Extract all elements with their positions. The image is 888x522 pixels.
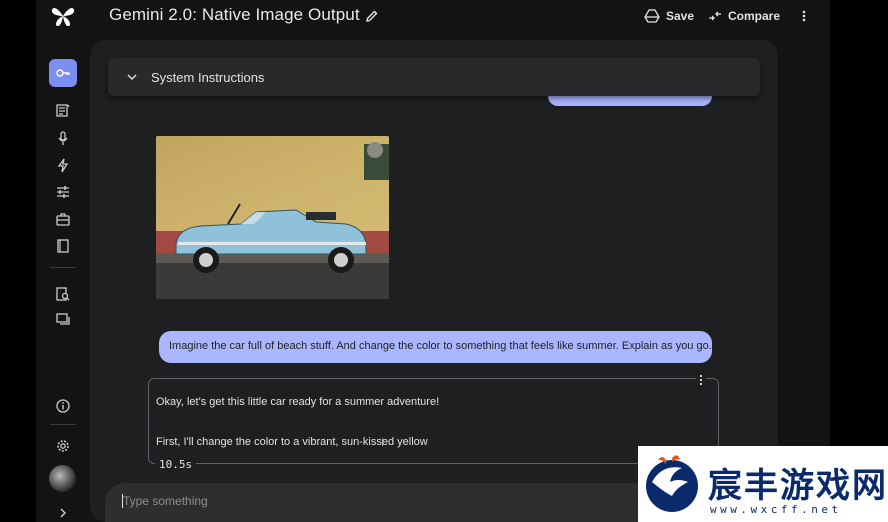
sidebar-item-feedback[interactable] xyxy=(50,308,76,332)
sidebar-item-starter-apps[interactable] xyxy=(50,153,76,177)
sidebar-item-document-search[interactable] xyxy=(50,282,76,306)
system-instructions-label: System Instructions xyxy=(151,70,265,85)
sidebar-item-info[interactable] xyxy=(50,394,76,418)
chevron-right-icon xyxy=(60,508,66,518)
gear-icon xyxy=(57,440,69,452)
watermark-url: www.wxcff.net xyxy=(710,503,842,516)
chat-bubbles-icon xyxy=(56,313,70,325)
user-message-bubble: Imagine the car full of beach stuff. And… xyxy=(159,331,712,363)
sidebar-divider xyxy=(50,424,76,425)
compare-arrows-icon xyxy=(709,11,721,21)
sidebar-item-settings[interactable] xyxy=(50,434,76,458)
sidebar-item-library[interactable] xyxy=(50,207,76,231)
left-border xyxy=(0,0,36,522)
more-vert-icon[interactable] xyxy=(696,373,706,387)
chevron-down-icon xyxy=(127,74,137,80)
user-message-text: Imagine the car full of beach stuff. And… xyxy=(169,340,712,352)
sidebar-item-stream[interactable] xyxy=(50,126,76,150)
response-text: Okay, let's get this little car ready fo… xyxy=(156,396,440,408)
more-vert-icon[interactable] xyxy=(798,8,810,24)
microphone-icon xyxy=(58,130,68,145)
sidebar-divider xyxy=(50,267,76,268)
sidebar-item-docs[interactable] xyxy=(50,234,76,258)
pencil-icon[interactable] xyxy=(364,8,380,24)
car-photo xyxy=(156,136,389,299)
chat-prompt-icon xyxy=(56,104,70,117)
watermark: 宸丰游戏网 www.wxcff.net xyxy=(638,446,888,522)
watermark-logo xyxy=(646,455,698,512)
sidebar-item-tune[interactable] xyxy=(50,180,76,204)
sidebar-item-get-api-key[interactable] xyxy=(49,59,77,87)
system-instructions-bar[interactable]: System Instructions xyxy=(108,58,760,96)
sidebar-expand[interactable] xyxy=(50,501,76,522)
elapsed-time: 10.5s xyxy=(155,458,197,471)
car-image[interactable] xyxy=(156,136,389,299)
lightning-icon xyxy=(57,158,69,172)
watermark-name: 宸丰游戏网 xyxy=(708,466,888,506)
drive-icon xyxy=(644,9,660,23)
prompt-input[interactable] xyxy=(123,494,523,508)
book-icon xyxy=(57,239,69,253)
model-response: Okay, let's get this little car ready fo… xyxy=(148,373,719,471)
response-text: First, I'll change the color to a vibran… xyxy=(156,436,428,448)
app-logo-icon[interactable] xyxy=(50,4,76,28)
page-title: Gemini 2.0: Native Image Output xyxy=(109,5,360,24)
compare-button[interactable]: Compare xyxy=(708,7,780,25)
key-icon xyxy=(56,69,70,77)
sidebar xyxy=(36,34,90,522)
right-border xyxy=(830,0,888,522)
text-cursor-icon: I xyxy=(381,437,385,449)
briefcase-icon xyxy=(56,213,70,226)
sidebar-item-chat-prompt[interactable] xyxy=(50,99,76,123)
compare-label: Compare xyxy=(728,9,781,23)
tune-icon xyxy=(57,186,69,198)
save-label: Save xyxy=(666,9,695,23)
info-icon xyxy=(56,399,70,413)
document-search-icon xyxy=(56,287,70,301)
avatar[interactable] xyxy=(49,465,76,492)
save-button[interactable]: Save xyxy=(644,7,694,25)
